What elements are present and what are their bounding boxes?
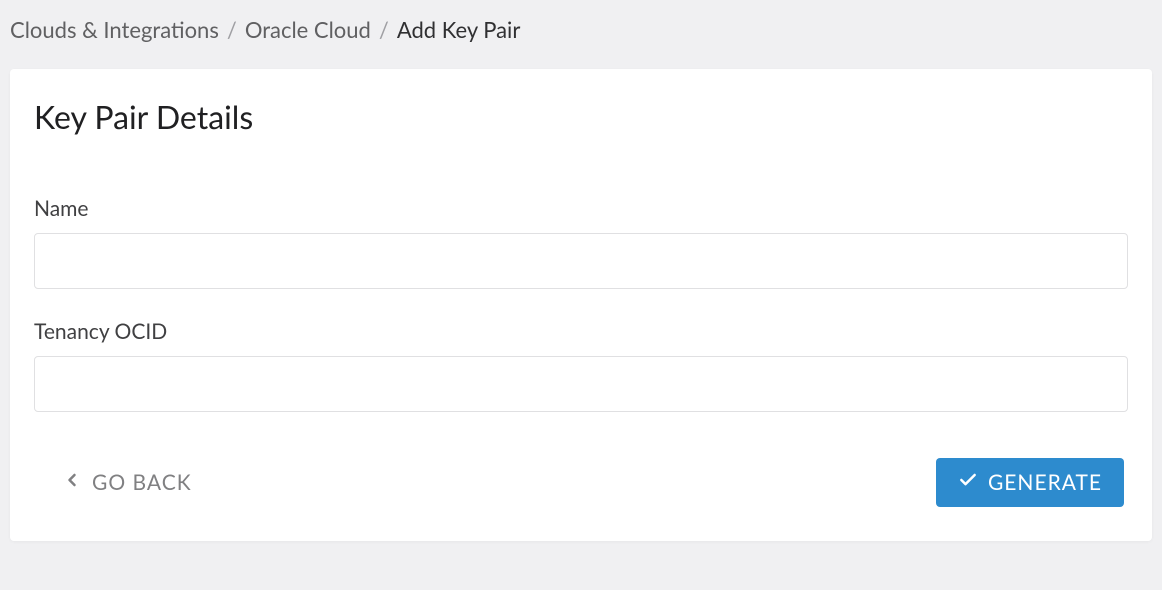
- go-back-button[interactable]: GO BACK: [62, 458, 214, 507]
- tenancy-ocid-input[interactable]: [34, 356, 1128, 412]
- breadcrumb-separator: /: [227, 16, 237, 43]
- go-back-label: GO BACK: [92, 470, 192, 495]
- button-row: GO BACK GENERATE: [34, 458, 1128, 507]
- generate-button[interactable]: GENERATE: [936, 458, 1124, 507]
- check-icon: [958, 470, 978, 495]
- generate-label: GENERATE: [988, 470, 1102, 495]
- key-pair-details-card: Key Pair Details Name Tenancy OCID GO BA…: [10, 69, 1152, 541]
- page-title: Key Pair Details: [34, 97, 1128, 136]
- breadcrumb-link-oracle-cloud[interactable]: Oracle Cloud: [245, 16, 371, 43]
- breadcrumb-current: Add Key Pair: [397, 16, 521, 43]
- tenancy-ocid-label: Tenancy OCID: [34, 319, 1128, 344]
- name-input[interactable]: [34, 233, 1128, 289]
- form-group-name: Name: [34, 196, 1128, 289]
- chevron-left-icon: [62, 470, 82, 495]
- breadcrumb: Clouds & Integrations / Oracle Cloud / A…: [0, 0, 1162, 59]
- name-label: Name: [34, 196, 1128, 221]
- form-group-tenancy-ocid: Tenancy OCID: [34, 319, 1128, 412]
- breadcrumb-link-clouds-integrations[interactable]: Clouds & Integrations: [10, 16, 219, 43]
- breadcrumb-separator: /: [379, 16, 389, 43]
